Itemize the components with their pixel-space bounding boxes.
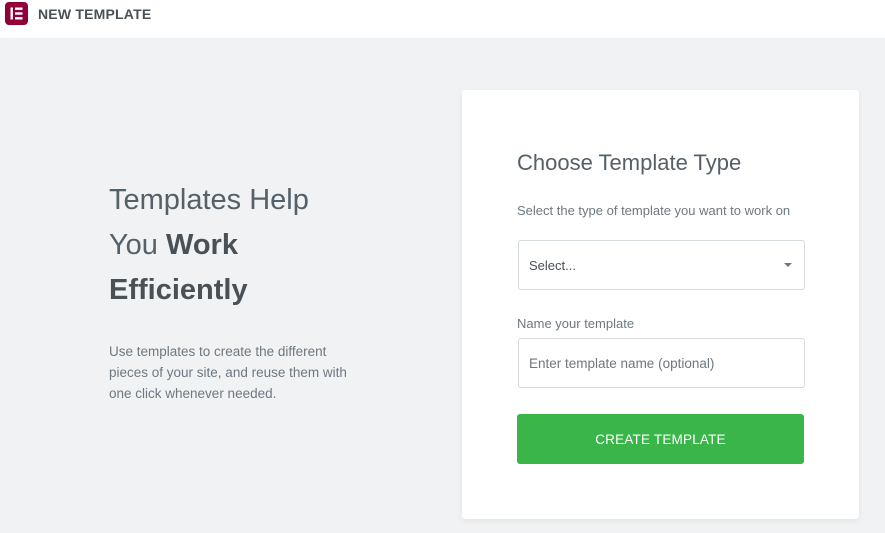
create-template-button[interactable]: CREATE TEMPLATE — [517, 414, 804, 464]
top-bar: NEW TEMPLATE — [0, 0, 885, 38]
template-name-input[interactable] — [518, 338, 805, 388]
intro-description: Use templates to create the different pi… — [109, 344, 347, 401]
page-title: NEW TEMPLATE — [38, 6, 152, 22]
main-area: Templates Help You Work Efficiently Use … — [0, 38, 885, 533]
intro-headline: Templates Help You Work Efficiently — [109, 178, 369, 313]
caret-down-icon — [784, 263, 792, 267]
template-type-label: Select the type of template you want to … — [517, 203, 791, 218]
template-form-card: Choose Template Type Select the type of … — [462, 90, 859, 519]
template-type-selected-value: Select... — [529, 258, 576, 273]
elementor-logo-icon — [5, 2, 28, 25]
headline-line2: You — [109, 229, 166, 261]
template-type-select[interactable]: Select... — [518, 240, 805, 290]
form-title: Choose Template Type — [517, 150, 742, 175]
template-name-label: Name your template — [517, 316, 635, 331]
headline-line1: Templates Help — [109, 184, 309, 216]
